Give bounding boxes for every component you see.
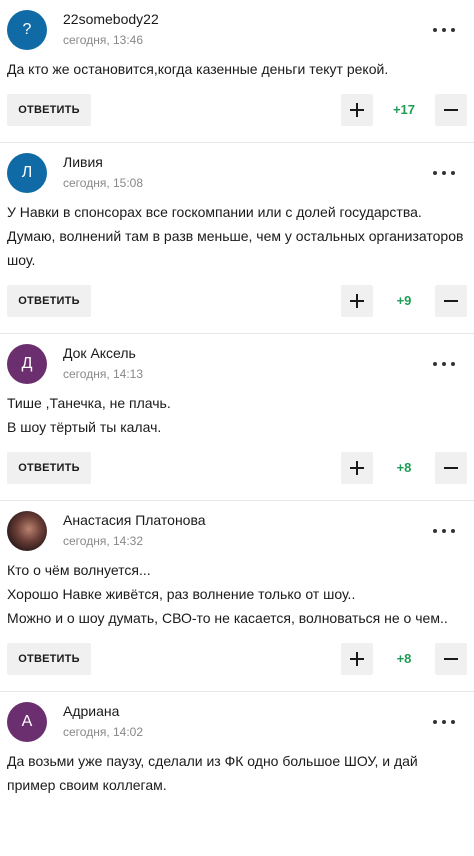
rating-score: +9 bbox=[396, 293, 412, 308]
more-options-icon[interactable] bbox=[433, 360, 455, 368]
comment-header: А Адриана сегодня, 14:02 bbox=[7, 692, 467, 742]
rating-score: +8 bbox=[396, 651, 412, 666]
avatar[interactable]: ? bbox=[7, 10, 47, 50]
plus-icon[interactable] bbox=[341, 452, 373, 484]
avatar[interactable]: Л bbox=[7, 153, 47, 193]
minus-icon[interactable] bbox=[435, 452, 467, 484]
comment-text-line: Кто о чём волнуется... bbox=[7, 562, 151, 578]
plus-icon[interactable] bbox=[341, 285, 373, 317]
more-options-icon[interactable] bbox=[433, 26, 455, 34]
comment-header: Л Ливия сегодня, 15:08 bbox=[7, 143, 467, 193]
more-options-icon[interactable] bbox=[433, 527, 455, 535]
comment-text-line: Да возьми уже паузу, сделали из ФК одно … bbox=[7, 753, 418, 793]
comments-list: ? 22somebody22 сегодня, 13:46 Да кто же … bbox=[0, 0, 474, 856]
plus-icon[interactable] bbox=[341, 643, 373, 675]
minus-icon[interactable] bbox=[435, 643, 467, 675]
author-name[interactable]: Адриана bbox=[63, 703, 119, 719]
comment: Л Ливия сегодня, 15:08 У Навки в спонсор… bbox=[0, 143, 474, 334]
avatar-photo[interactable] bbox=[7, 511, 47, 551]
comment-text-line: Хорошо Навке живётся, раз волнение тольк… bbox=[7, 586, 356, 602]
rating-score: +17 bbox=[392, 102, 416, 117]
comment: Анастасия Платонова сегодня, 14:32 Кто о… bbox=[0, 501, 474, 692]
avatar[interactable]: Д bbox=[7, 344, 47, 384]
comment-actions: ОТВЕТИТЬ +9 bbox=[7, 285, 467, 317]
comment-actions: ОТВЕТИТЬ +8 bbox=[7, 643, 467, 675]
comment: ? 22somebody22 сегодня, 13:46 Да кто же … bbox=[0, 0, 474, 143]
rating-score: +8 bbox=[396, 460, 412, 475]
comment-text-line: В шоу тёртый ты калач. bbox=[7, 419, 162, 435]
more-options-icon[interactable] bbox=[433, 169, 455, 177]
reply-button[interactable]: ОТВЕТИТЬ bbox=[7, 94, 91, 126]
author-name[interactable]: Ливия bbox=[63, 154, 103, 170]
comment-date: сегодня, 14:02 bbox=[63, 725, 144, 739]
comment-actions: ОТВЕТИТЬ +17 bbox=[7, 94, 467, 126]
comment: Д Док Аксель сегодня, 14:13 Тише ,Танечк… bbox=[0, 334, 474, 501]
comment-text: Тише ,Танечка, не плачь. В шоу тёртый ты… bbox=[7, 382, 467, 439]
comment-text-line: Можно и о шоу думать, СВО-то не касается… bbox=[7, 610, 448, 626]
reply-button[interactable]: ОТВЕТИТЬ bbox=[7, 285, 91, 317]
comment-header: Д Док Аксель сегодня, 14:13 bbox=[7, 334, 467, 384]
comment-text-line: Да кто же остановится,когда казенные ден… bbox=[7, 61, 389, 77]
reply-button[interactable]: ОТВЕТИТЬ bbox=[7, 452, 91, 484]
avatar[interactable]: А bbox=[7, 702, 47, 742]
comment-text: Да кто же остановится,когда казенные ден… bbox=[7, 48, 467, 81]
minus-icon[interactable] bbox=[435, 94, 467, 126]
author-name[interactable]: Анастасия Платонова bbox=[63, 512, 206, 528]
comment-text: У Навки в спонсорах все госкомпании или … bbox=[7, 191, 467, 272]
author-name[interactable]: 22somebody22 bbox=[63, 11, 159, 27]
minus-icon[interactable] bbox=[435, 285, 467, 317]
reply-button[interactable]: ОТВЕТИТЬ bbox=[7, 643, 91, 675]
more-options-icon[interactable] bbox=[433, 718, 455, 726]
comment-text: Да возьми уже паузу, сделали из ФК одно … bbox=[7, 740, 467, 797]
comment-date: сегодня, 15:08 bbox=[63, 176, 144, 190]
comment-header: ? 22somebody22 сегодня, 13:46 bbox=[7, 0, 467, 50]
comment-text-line: У Навки в спонсорах все госкомпании или … bbox=[7, 204, 464, 268]
plus-icon[interactable] bbox=[341, 94, 373, 126]
comment-date: сегодня, 14:32 bbox=[63, 534, 144, 548]
comment-date: сегодня, 13:46 bbox=[63, 33, 144, 47]
comment-text-line: Тише ,Танечка, не плачь. bbox=[7, 395, 171, 411]
comment-actions: ОТВЕТИТЬ +8 bbox=[7, 452, 467, 484]
comment-date: сегодня, 14:13 bbox=[63, 367, 144, 381]
comment-text: Кто о чём волнуется... Хорошо Навке живё… bbox=[7, 549, 467, 630]
comment-header: Анастасия Платонова сегодня, 14:32 bbox=[7, 501, 467, 551]
comment: А Адриана сегодня, 14:02 Да возьми уже п… bbox=[0, 692, 474, 797]
author-name[interactable]: Док Аксель bbox=[63, 345, 136, 361]
